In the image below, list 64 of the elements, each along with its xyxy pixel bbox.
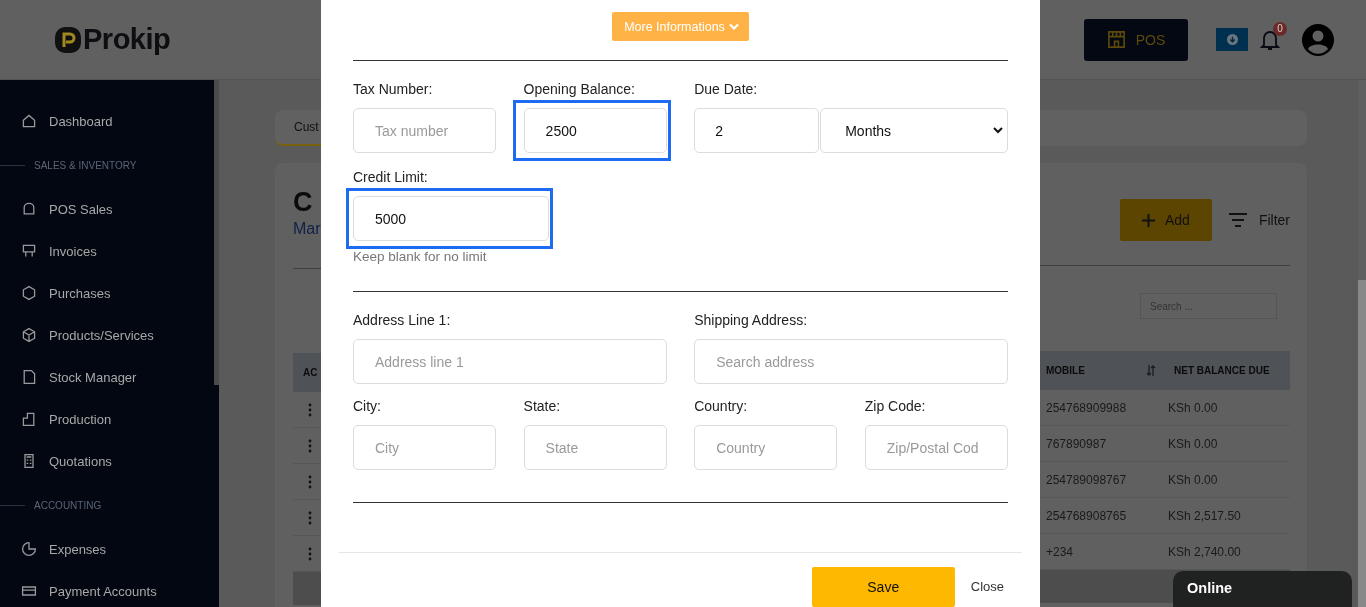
logo-icon xyxy=(55,26,81,53)
period-select[interactable]: Months xyxy=(820,108,1008,153)
credit-limit-field[interactable]: 5000 xyxy=(353,196,549,241)
store-icon xyxy=(1106,30,1126,49)
due-date-field[interactable]: 2 xyxy=(694,108,820,153)
kebab-menu-icon[interactable] xyxy=(308,510,312,525)
field-label: Address Line 1: xyxy=(353,312,452,329)
sort-icon xyxy=(1146,365,1156,376)
kebab-menu-icon[interactable] xyxy=(308,546,312,561)
page-title: C xyxy=(293,187,314,219)
table-cell-text: KSh 0.00 xyxy=(1167,472,1218,487)
kebab-menu-icon[interactable] xyxy=(308,402,312,417)
table-cell-text: 254768908765 xyxy=(1045,508,1128,523)
input-field[interactable]: City xyxy=(353,425,496,470)
field-label: Zip Code: xyxy=(864,398,927,415)
sidebar-item[interactable]: Payment Accounts xyxy=(0,570,219,607)
tax-number-field[interactable]: Tax number xyxy=(353,108,496,153)
sidebar-section-heading: ACCOUNTING xyxy=(34,499,102,511)
table-cell-text: KSh 2,740.00 xyxy=(1167,544,1241,559)
field-label: Shipping Address: xyxy=(694,312,809,329)
save-button[interactable]: Save xyxy=(811,567,955,607)
field-label: State: xyxy=(523,398,562,415)
field-label: Opening Balance: xyxy=(523,81,636,98)
download-icon xyxy=(1226,34,1238,45)
logo-text: Prokip xyxy=(83,23,171,56)
sidebar-item[interactable]: Production xyxy=(0,398,219,440)
column-header: AC xyxy=(302,367,318,378)
page-subtitle: Mar xyxy=(293,220,321,239)
table-cell-text: 767890987 xyxy=(1045,436,1108,451)
table-cell-text: KSh 0.00 xyxy=(1167,436,1218,451)
address-field[interactable]: Address line 1 xyxy=(353,339,667,384)
kebab-menu-icon[interactable] xyxy=(308,474,312,489)
table-cell-text: KSh 0.00 xyxy=(1167,400,1218,415)
table-cell-text: +234 xyxy=(1045,544,1075,559)
table-cell-text: 254768909988 xyxy=(1045,400,1128,415)
input-field[interactable]: Country xyxy=(694,425,838,470)
chevron-down-icon xyxy=(992,127,1003,134)
shipping-address-field[interactable]: Search address xyxy=(694,339,1008,384)
sidebar-item[interactable]: Expenses xyxy=(0,528,219,570)
avatar-icon[interactable] xyxy=(1302,23,1334,56)
chat-status-tab[interactable]: Online xyxy=(1173,571,1352,607)
input-field[interactable]: Zip/Postal Cod xyxy=(864,425,1008,470)
field-label: Credit Limit: xyxy=(353,169,429,186)
filter-icon xyxy=(1228,213,1247,227)
notification-badge: 0 xyxy=(1273,21,1287,36)
download-button[interactable] xyxy=(1216,28,1248,51)
table-footer xyxy=(293,572,321,605)
sidebar-item[interactable]: Quotations xyxy=(0,440,219,482)
field-label: City: xyxy=(353,398,382,415)
field-label: Due Date: xyxy=(694,81,759,98)
opening-balance-field[interactable]: 2500 xyxy=(523,108,667,153)
chevron-down-icon xyxy=(728,22,739,31)
kebab-menu-icon[interactable] xyxy=(308,438,312,453)
table-cell-text: 254789098767 xyxy=(1045,472,1128,487)
close-button[interactable]: Close xyxy=(962,567,1011,594)
scrollbar[interactable] xyxy=(214,80,219,385)
input-field[interactable]: State xyxy=(523,425,667,470)
hint-text: Keep blank for no limit xyxy=(353,249,488,264)
field-label: Tax Number: xyxy=(353,81,434,98)
field-label: Country: xyxy=(694,398,749,415)
scrollbar[interactable] xyxy=(1358,80,1366,607)
table-cell-text: KSh 2,517.50 xyxy=(1167,508,1241,523)
plus-icon xyxy=(1141,213,1155,227)
sidebar-section-heading: SALES & INVENTORY xyxy=(34,159,137,171)
